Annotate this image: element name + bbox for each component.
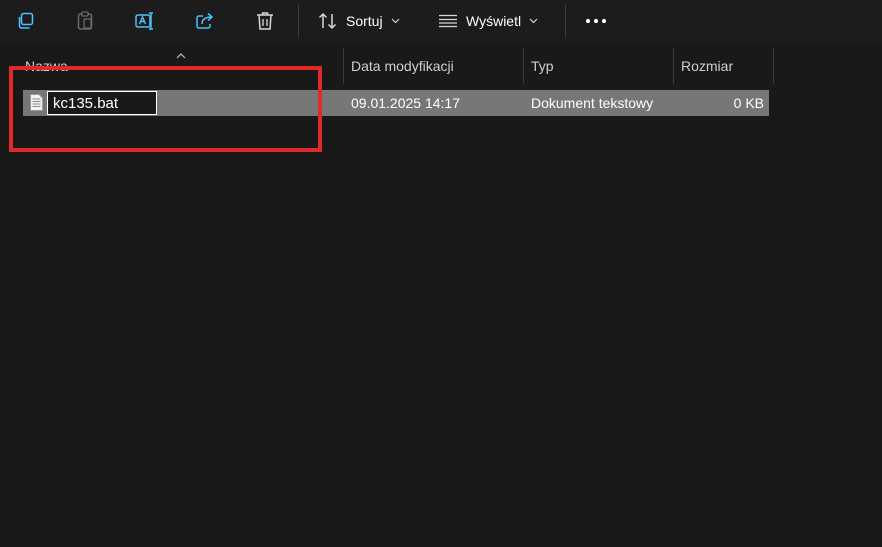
copy-icon: [16, 12, 34, 30]
more-options-button[interactable]: [578, 5, 614, 37]
column-header-size[interactable]: Rozmiar: [674, 48, 774, 84]
sort-icon: [318, 12, 338, 30]
column-divider[interactable]: [773, 48, 774, 84]
more-icon: [585, 18, 607, 24]
sort-button[interactable]: Sortuj: [314, 5, 414, 37]
view-icon: [438, 14, 458, 28]
paste-button[interactable]: [68, 5, 102, 37]
view-button[interactable]: Wyświetl: [434, 5, 552, 37]
rename-icon: [135, 12, 155, 30]
file-size: 0 KB: [733, 95, 764, 111]
delete-icon: [256, 11, 274, 31]
share-button[interactable]: [188, 5, 222, 37]
file-explorer-window: Sortuj Wyświetl Nazwa Data modyfikacji T…: [0, 0, 882, 547]
copy-button[interactable]: [8, 5, 42, 37]
rename-input[interactable]: [47, 91, 157, 115]
chevron-down-icon: [391, 18, 400, 24]
column-header-date[interactable]: Data modyfikacji: [344, 48, 524, 84]
column-header-type[interactable]: Typ: [524, 48, 674, 84]
column-header-row: Nazwa Data modyfikacji Typ Rozmiar: [0, 48, 882, 84]
file-date: 09.01.2025 14:17: [351, 95, 460, 111]
paste-icon: [76, 11, 94, 31]
sort-label: Sortuj: [346, 13, 383, 29]
command-bar: Sortuj Wyświetl: [0, 0, 882, 42]
file-row[interactable]: 09.01.2025 14:17 Dokument tekstowy 0 KB: [23, 90, 769, 116]
toolbar-separator: [565, 4, 566, 38]
file-type: Dokument tekstowy: [531, 95, 654, 111]
view-label: Wyświetl: [466, 13, 522, 29]
chevron-down-icon: [529, 18, 538, 24]
toolbar-separator: [298, 4, 299, 38]
delete-button[interactable]: [248, 5, 282, 37]
rename-button[interactable]: [128, 5, 162, 37]
text-file-icon: [30, 94, 43, 116]
share-icon: [195, 12, 215, 30]
column-header-name[interactable]: Nazwa: [18, 48, 344, 84]
